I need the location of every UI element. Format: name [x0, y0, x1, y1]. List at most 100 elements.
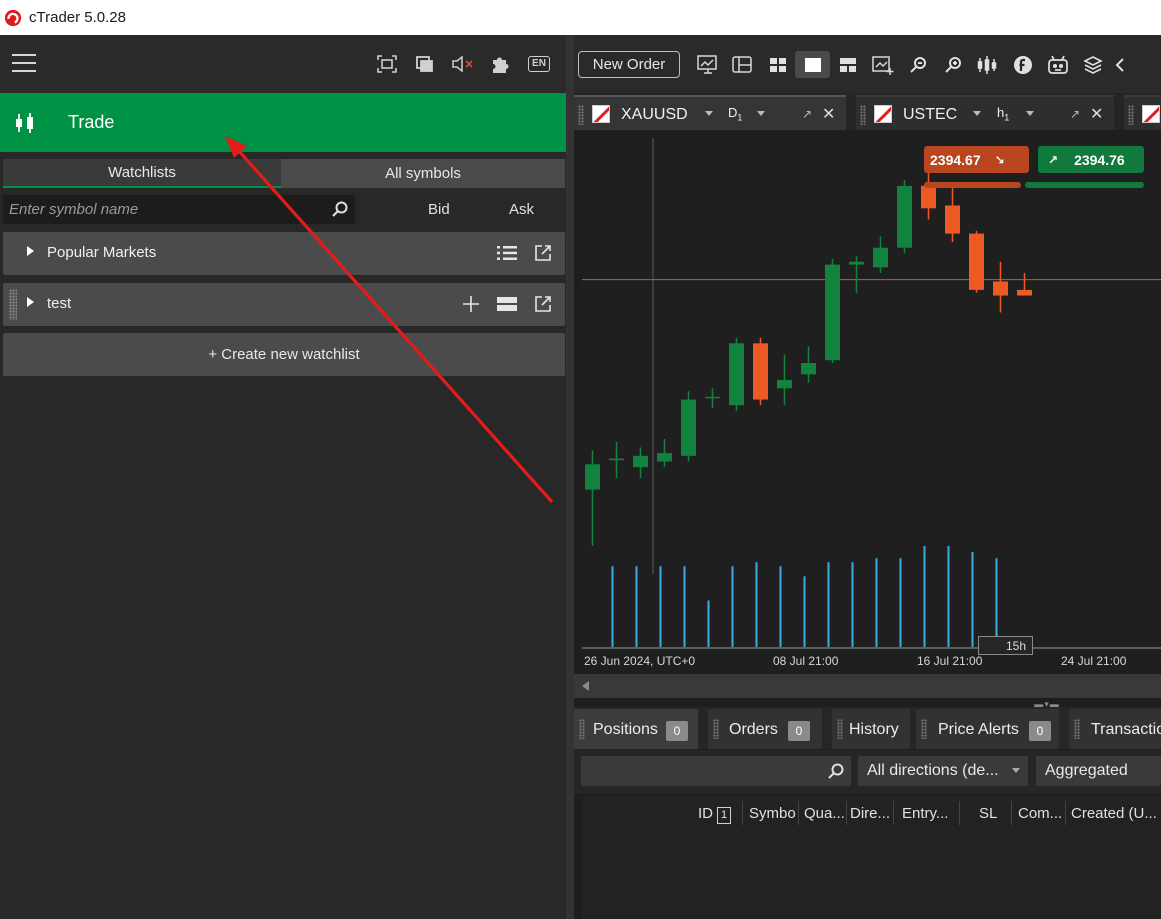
- column-separator[interactable]: [742, 801, 743, 825]
- detach-window-icon[interactable]: [412, 52, 438, 76]
- column-created[interactable]: Created (U...: [1071, 805, 1157, 822]
- candle-body[interactable]: [969, 233, 984, 290]
- watchlist-popular-markets[interactable]: Popular Markets: [3, 232, 565, 275]
- list-icon[interactable]: [495, 242, 519, 264]
- candle-body[interactable]: [705, 396, 720, 399]
- column-commission[interactable]: Com...: [1018, 805, 1062, 822]
- column-direction[interactable]: Dire...: [850, 805, 890, 822]
- chart-tab-xauusd[interactable]: XAUUSD D1 ↗ ✕: [574, 95, 846, 130]
- candle-body[interactable]: [777, 379, 792, 389]
- column-separator[interactable]: [1065, 801, 1066, 825]
- panel-split-handle[interactable]: ▬▾▬: [1027, 699, 1067, 709]
- layout-icon[interactable]: [495, 293, 519, 315]
- zoom-in-icon[interactable]: [935, 51, 970, 78]
- candle-body[interactable]: [801, 363, 816, 375]
- drag-handle[interactable]: [579, 719, 585, 739]
- trade-section-button[interactable]: Trade: [0, 93, 566, 152]
- watchlist-test[interactable]: test: [3, 283, 565, 326]
- tab-transactions[interactable]: Transactio: [1069, 709, 1161, 749]
- layers-icon[interactable]: [1075, 51, 1110, 78]
- column-entry-price[interactable]: Entry...: [902, 805, 948, 822]
- price-chart[interactable]: 2394.67 ↘ ↗ 2394.76 26 Jun 2024, UTC+0 0…: [582, 138, 1161, 671]
- chart-layout-icon[interactable]: [725, 51, 760, 78]
- drag-handle[interactable]: [1128, 105, 1134, 125]
- column-sl[interactable]: SL: [979, 805, 997, 822]
- candle-body[interactable]: [657, 453, 672, 462]
- drag-handle[interactable]: [9, 289, 17, 320]
- candle-body[interactable]: [753, 343, 768, 400]
- collapse-icon[interactable]: [1110, 51, 1130, 78]
- column-separator[interactable]: [798, 801, 799, 825]
- open-external-icon[interactable]: [531, 293, 555, 315]
- tab-orders[interactable]: Orders 0: [708, 709, 822, 749]
- language-button[interactable]: EN: [526, 52, 552, 76]
- candle-body[interactable]: [609, 458, 624, 461]
- zoom-out-icon[interactable]: [900, 51, 935, 78]
- expand-caret-icon[interactable]: [27, 246, 34, 256]
- drag-handle[interactable]: [578, 105, 584, 125]
- cbot-icon[interactable]: [1005, 51, 1040, 78]
- chart-canvas[interactable]: [582, 138, 1161, 671]
- scroll-left-icon[interactable]: [582, 681, 589, 691]
- tab-all-symbols[interactable]: All symbols: [281, 159, 565, 188]
- open-external-icon[interactable]: [531, 242, 555, 264]
- single-chart-icon[interactable]: [795, 51, 830, 78]
- chart-tab-ustec[interactable]: USTEC h1 ↗ ✕: [856, 95, 1114, 130]
- robot-icon[interactable]: [1040, 51, 1075, 78]
- timeframe-selector[interactable]: h1: [997, 105, 1009, 123]
- candle-body[interactable]: [873, 247, 888, 268]
- popout-icon[interactable]: ↗: [802, 107, 812, 121]
- candle-body[interactable]: [897, 185, 912, 248]
- direction-filter-select[interactable]: All directions (de...: [858, 756, 1028, 786]
- tab-history[interactable]: History: [832, 709, 910, 749]
- column-separator[interactable]: [959, 801, 960, 825]
- expand-caret-icon[interactable]: [27, 297, 34, 307]
- drag-handle[interactable]: [860, 105, 866, 125]
- candle-body[interactable]: [849, 261, 864, 265]
- column-quantity[interactable]: Qua...: [804, 805, 845, 822]
- drag-handle[interactable]: [921, 719, 927, 739]
- column-symbol[interactable]: Symbo: [749, 805, 796, 822]
- add-icon[interactable]: [459, 293, 483, 315]
- add-chart-icon[interactable]: [865, 51, 900, 78]
- symbol-dropdown-icon[interactable]: [705, 111, 713, 116]
- candle-body[interactable]: [681, 399, 696, 456]
- column-separator[interactable]: [1011, 801, 1012, 825]
- positions-search-input[interactable]: [581, 756, 851, 786]
- drag-handle[interactable]: [713, 719, 719, 739]
- fullscreen-icon[interactable]: [374, 52, 400, 76]
- close-icon[interactable]: ✕: [1090, 104, 1103, 124]
- candle-body[interactable]: [945, 205, 960, 234]
- candle-body[interactable]: [633, 455, 648, 468]
- candle-body[interactable]: [585, 464, 600, 490]
- grouping-select[interactable]: Aggregated: [1036, 756, 1161, 786]
- menu-icon[interactable]: [12, 54, 36, 74]
- timeframe-selector[interactable]: D1: [728, 105, 742, 123]
- plugin-icon[interactable]: [488, 52, 514, 76]
- search-icon[interactable]: [827, 762, 845, 780]
- tab-positions[interactable]: Positions 0: [574, 709, 698, 749]
- drag-handle[interactable]: [1074, 719, 1080, 739]
- column-separator[interactable]: [846, 801, 847, 825]
- timeframe-dropdown-icon[interactable]: [757, 111, 765, 116]
- panel-divider[interactable]: [566, 35, 574, 919]
- mute-icon[interactable]: [450, 52, 476, 76]
- candle-body[interactable]: [729, 343, 744, 406]
- grid-layout-icon[interactable]: [760, 51, 795, 78]
- column-separator[interactable]: [893, 801, 894, 825]
- candle-body[interactable]: [921, 185, 936, 209]
- drag-handle[interactable]: [837, 719, 843, 739]
- tab-price-alerts[interactable]: Price Alerts 0: [916, 709, 1059, 749]
- split-chart-icon[interactable]: [830, 51, 865, 78]
- candle-body[interactable]: [993, 281, 1008, 296]
- popout-icon[interactable]: ↗: [1070, 107, 1080, 121]
- search-icon[interactable]: [331, 200, 349, 218]
- timeframe-dropdown-icon[interactable]: [1026, 111, 1034, 116]
- candle-body[interactable]: [825, 264, 840, 361]
- column-id[interactable]: ID 1: [698, 805, 731, 824]
- buy-price-button[interactable]: ↗ 2394.76: [1038, 146, 1144, 173]
- chart-horizontal-scrollbar[interactable]: [574, 674, 1161, 698]
- chart-settings-icon[interactable]: [690, 51, 725, 78]
- create-watchlist-button[interactable]: + Create new watchlist: [3, 333, 565, 376]
- candle-body[interactable]: [1017, 289, 1032, 296]
